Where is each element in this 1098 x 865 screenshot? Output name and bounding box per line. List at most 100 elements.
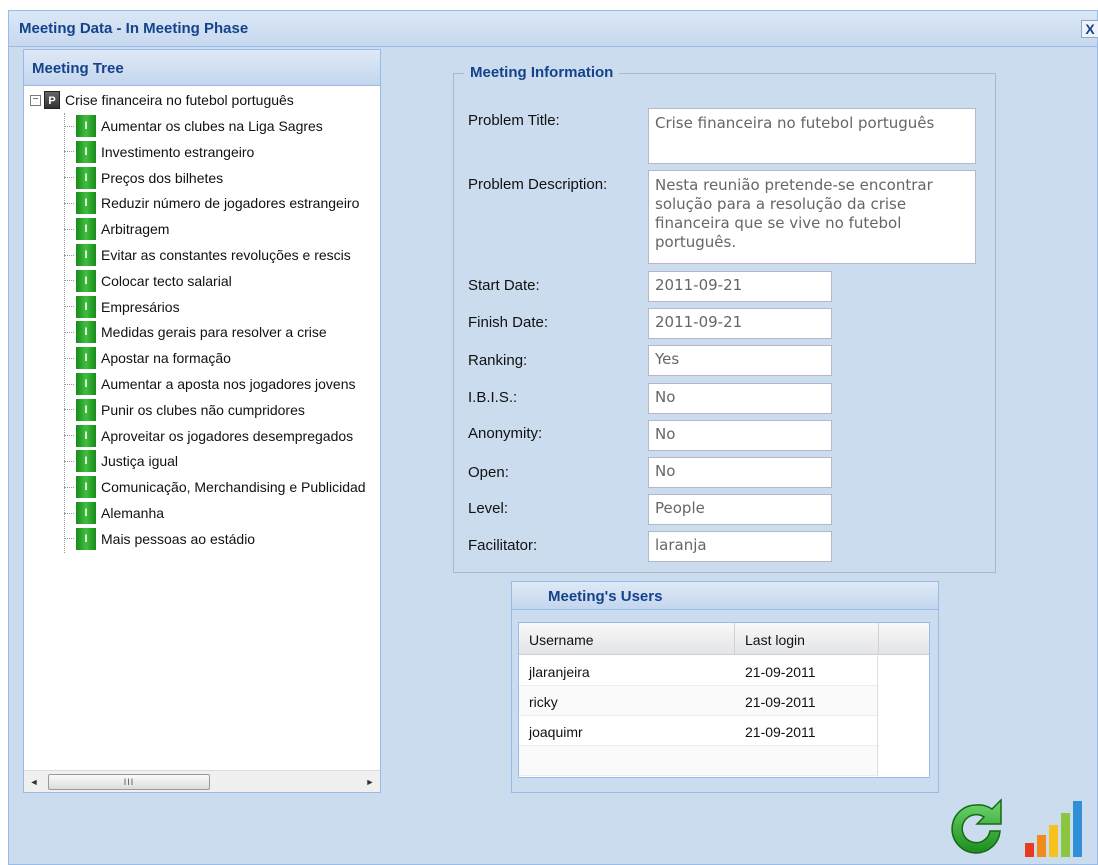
idea-node-icon: I xyxy=(76,295,96,318)
tree-node[interactable]: I Preços dos bilhetes xyxy=(64,166,224,189)
idea-node-icon: I xyxy=(76,373,96,395)
table-row[interactable]: jlaranjeira 21-09-2011 xyxy=(519,656,879,686)
idea-node-icon: I xyxy=(76,269,96,292)
meeting-tree-panel: Meeting Tree − P Crise financeira no fut… xyxy=(23,49,381,793)
tree-node[interactable]: I Medidas gerais para resolver a crise xyxy=(64,321,327,344)
tree-horizontal-scrollbar[interactable]: ◄ III ► xyxy=(24,770,380,792)
tree-panel-title: Meeting Tree xyxy=(24,50,380,86)
tree-node-label: Aumentar os clubes na Liga Sagres xyxy=(101,118,323,134)
tree-connector xyxy=(64,460,74,462)
idea-node-icon: I xyxy=(76,192,96,215)
username-cell: jlaranjeira xyxy=(529,664,590,680)
tree-connector xyxy=(64,254,74,256)
tree-node-label: Mais pessoas ao estádio xyxy=(101,530,256,547)
problem-description-field[interactable]: Nesta reunião pretende-se encontrar solu… xyxy=(648,170,976,264)
anonymity-field[interactable]: No xyxy=(648,420,832,451)
tree-node-label: Arbitragem xyxy=(101,221,170,238)
finish-date-label: Finish Date: xyxy=(468,314,549,331)
tree-node[interactable]: I Arbitragem xyxy=(64,218,170,241)
tree-node[interactable]: I Colocar tecto salarial xyxy=(64,269,232,292)
start-date-label: Start Date: xyxy=(468,277,540,294)
tree-node[interactable]: I Evitar as constantes revoluções e resci… xyxy=(64,244,351,266)
idea-node-icon: I xyxy=(76,166,96,189)
tree-node[interactable]: I Reduzir número de jogadores estrangeiro xyxy=(64,192,360,215)
tree-connector xyxy=(64,357,74,359)
last-login-cell: 21-09-2011 xyxy=(745,664,816,680)
tree-node[interactable]: I Empresários xyxy=(64,295,180,318)
tree-node-label: Preços dos bilhetes xyxy=(101,169,224,186)
username-cell: joaquimr xyxy=(529,724,583,740)
idea-node-icon: I xyxy=(76,321,96,344)
tree-connector xyxy=(64,486,74,488)
finish-date-field[interactable]: 2011-09-21 xyxy=(648,308,832,339)
users-grid: Username Last login jlaranjeira 21-09-20… xyxy=(518,622,930,778)
tree-node[interactable]: I Aumentar os clubes na Liga Sagres xyxy=(64,115,323,137)
open-label: Open: xyxy=(468,464,509,481)
problem-description-label: Problem Description: xyxy=(468,176,608,193)
facilitator-label: Facilitator: xyxy=(468,537,538,554)
tree-connector xyxy=(64,512,74,514)
collapse-icon[interactable]: − xyxy=(30,94,41,106)
idea-node-icon: I xyxy=(76,424,96,447)
tree-node-label: Aproveitar os jogadores desempregados xyxy=(101,427,354,444)
refresh-icon[interactable] xyxy=(944,797,1008,861)
tree-connector xyxy=(64,331,74,333)
tree-node-label: Medidas gerais para resolver a crise xyxy=(101,324,327,341)
ranking-label: Ranking: xyxy=(468,352,528,369)
tree-node-label: Evitar as constantes revoluções e rescis xyxy=(101,247,351,263)
tree-node[interactable]: I Mais pessoas ao estádio xyxy=(64,527,256,550)
tree-connector xyxy=(64,202,74,204)
problem-title-field[interactable]: Crise financeira no futebol português xyxy=(648,108,976,164)
scroll-right-icon[interactable]: ► xyxy=(360,777,380,787)
tree-node-label: Comunicação, Merchandising e Publicidad xyxy=(101,479,366,496)
tree-connector xyxy=(64,125,74,127)
tree-node[interactable]: I Comunicação, Merchandising e Publicidad xyxy=(64,476,366,499)
idea-node-icon: I xyxy=(76,115,96,137)
meeting-information-fieldset: Meeting Information Problem Title: Crise… xyxy=(453,64,996,573)
problem-node-icon: P xyxy=(44,91,60,109)
ranking-field[interactable]: Yes xyxy=(648,345,832,376)
scroll-left-icon[interactable]: ◄ xyxy=(24,777,44,787)
close-button[interactable]: X xyxy=(1081,20,1098,38)
tree-node[interactable]: I Aumentar a aposta nos jogadores jovens xyxy=(64,373,356,395)
tree-connector xyxy=(64,409,74,411)
meeting-information-legend: Meeting Information xyxy=(464,64,620,81)
tree-node[interactable]: I Alemanha xyxy=(64,502,164,524)
anonymity-label: Anonymity: xyxy=(468,425,543,442)
tree-root-node[interactable]: − P Crise financeira no futebol portuguê… xyxy=(30,89,294,111)
empty-row xyxy=(519,746,879,776)
idea-node-icon: I xyxy=(76,476,96,499)
level-label: Level: xyxy=(468,500,509,517)
idea-node-icon: I xyxy=(76,398,96,421)
table-row[interactable]: joaquimr 21-09-2011 xyxy=(519,716,879,746)
tree-node-label: Empresários xyxy=(101,298,180,315)
tree-node[interactable]: I Punir os clubes não cumpridores xyxy=(64,398,305,421)
tree-node[interactable]: I Investimento estrangeiro xyxy=(64,140,255,163)
column-header-username[interactable]: Username xyxy=(519,623,735,655)
scroll-track[interactable]: III xyxy=(44,773,360,790)
ibis-field[interactable]: No xyxy=(648,383,832,414)
tree-node-label: Reduzir número de jogadores estrangeiro xyxy=(101,195,360,212)
meeting-users-panel: Meeting's Users Username Last login jlar… xyxy=(511,581,939,793)
idea-node-icon: I xyxy=(76,527,96,550)
ibis-label: I.B.I.S.: xyxy=(468,389,518,406)
tree-node[interactable]: I Aproveitar os jogadores desempregados xyxy=(64,424,354,447)
tree-root-label: Crise financeira no futebol português xyxy=(65,92,294,108)
scroll-thumb[interactable]: III xyxy=(48,773,210,790)
column-header-last-login[interactable]: Last login xyxy=(735,623,879,655)
level-field[interactable]: People xyxy=(648,494,832,525)
bar-chart-icon[interactable] xyxy=(1021,797,1085,861)
start-date-field[interactable]: 2011-09-21 xyxy=(648,271,832,302)
users-grid-header: Username Last login xyxy=(519,623,929,655)
open-field[interactable]: No xyxy=(648,457,832,488)
tree-node[interactable]: I Apostar na formação xyxy=(64,347,231,370)
grid-filler xyxy=(877,655,929,777)
tree-node-label: Investimento estrangeiro xyxy=(101,143,255,160)
last-login-cell: 21-09-2011 xyxy=(745,724,816,740)
facilitator-field[interactable]: laranja xyxy=(648,531,832,562)
tree-node[interactable]: I Justiça igual xyxy=(64,450,178,473)
idea-node-icon: I xyxy=(76,347,96,370)
tree-connector xyxy=(64,177,74,179)
window-title: Meeting Data - In Meeting Phase xyxy=(19,20,249,37)
table-row[interactable]: ricky 21-09-2011 xyxy=(519,686,879,716)
